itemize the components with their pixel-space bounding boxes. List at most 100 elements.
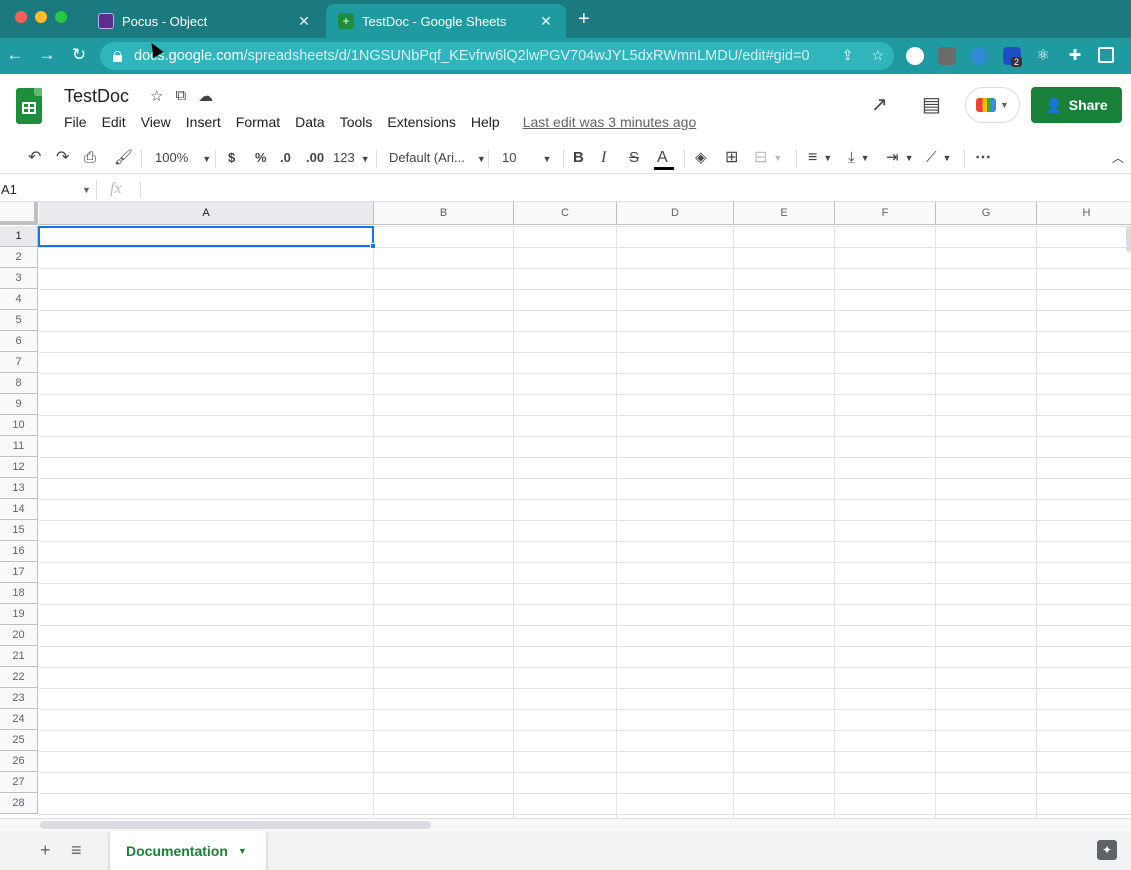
close-icon[interactable]: ✕	[538, 13, 554, 30]
row-header[interactable]: 24	[0, 709, 38, 730]
menu-data[interactable]: Data	[295, 114, 325, 130]
window-minimize-button[interactable]	[35, 11, 47, 23]
vertical-scrollbar[interactable]	[1126, 226, 1131, 252]
menu-edit[interactable]: Edit	[102, 114, 126, 130]
borders-icon[interactable]: ⊞	[725, 149, 738, 167]
activity-trend-icon[interactable]: ↗	[871, 92, 888, 117]
bold-button[interactable]: B	[573, 149, 584, 167]
merge-cells-icon[interactable]: ⊟ ▼	[754, 149, 782, 167]
horizontal-scrollbar-thumb[interactable]	[40, 821, 431, 829]
text-rotation-icon[interactable]: ⟋ ▼	[926, 149, 951, 167]
column-header-a[interactable]: A	[39, 202, 374, 225]
vertical-align-icon[interactable]: ⤓ ▼	[848, 149, 870, 167]
back-arrow-icon[interactable]: ←	[4, 45, 26, 65]
print-icon[interactable]: ⎙	[84, 149, 96, 167]
row-header[interactable]: 3	[0, 268, 38, 289]
font-size-select[interactable]: 10 ▼	[502, 149, 551, 167]
add-sheet-icon[interactable]: +	[40, 840, 51, 861]
column-header-e[interactable]: E	[734, 202, 835, 225]
new-tab-button[interactable]: +	[578, 9, 590, 29]
url-input[interactable]: docs.google.com/spreadsheets/d/1NGSUNbPq…	[100, 42, 894, 70]
extension-icon[interactable]	[938, 47, 956, 65]
strikethrough-button[interactable]: S	[629, 149, 639, 167]
select-all-corner[interactable]	[0, 202, 38, 225]
sheet-tab-documentation[interactable]: Documentation ▼	[110, 831, 266, 870]
row-header[interactable]: 9	[0, 394, 38, 415]
name-box[interactable]: A1	[1, 182, 17, 197]
share-button[interactable]: 👤 Share	[1031, 87, 1122, 123]
more-icon[interactable]: ⋯	[975, 149, 991, 167]
fill-handle[interactable]	[370, 243, 376, 249]
column-header-c[interactable]: C	[514, 202, 617, 225]
row-header[interactable]: 19	[0, 604, 38, 625]
text-color-button[interactable]: A	[657, 149, 668, 167]
row-header[interactable]: 20	[0, 625, 38, 646]
menu-format[interactable]: Format	[236, 114, 280, 130]
window-close-button[interactable]	[15, 11, 27, 23]
cloud-status-icon[interactable]: ☁	[198, 87, 213, 105]
selected-cell-a1[interactable]	[38, 226, 374, 247]
redo-icon[interactable]: ↷	[56, 149, 69, 167]
react-icon[interactable]: ⚛	[1034, 47, 1052, 65]
menu-tools[interactable]: Tools	[340, 114, 373, 130]
browser-tab-pocus[interactable]: Pocus - Object ✕	[86, 4, 324, 38]
row-header[interactable]: 26	[0, 751, 38, 772]
align-left-icon[interactable]: ≡ ▼	[808, 149, 832, 167]
cell-area[interactable]	[39, 226, 1131, 818]
comments-icon[interactable]: ▤	[922, 92, 941, 117]
sidebar-icon[interactable]	[1098, 47, 1114, 63]
column-header-f[interactable]: F	[835, 202, 936, 225]
row-header[interactable]: 14	[0, 499, 38, 520]
row-header[interactable]: 15	[0, 520, 38, 541]
row-header[interactable]: 10	[0, 415, 38, 436]
zoom-select[interactable]: 100% ▼	[155, 149, 211, 167]
menu-help[interactable]: Help	[471, 114, 500, 130]
chevron-up-icon[interactable]: ︿	[1112, 149, 1124, 167]
row-header[interactable]: 17	[0, 562, 38, 583]
column-header-d[interactable]: D	[617, 202, 734, 225]
last-edit-link[interactable]: Last edit was 3 minutes ago	[523, 114, 697, 130]
more-formats-select[interactable]: 123 ▼	[333, 149, 370, 167]
row-header[interactable]: 21	[0, 646, 38, 667]
row-header[interactable]: 23	[0, 688, 38, 709]
currency-format-button[interactable]: $	[228, 149, 235, 167]
percent-format-button[interactable]: %	[255, 149, 267, 167]
increase-decimal-button[interactable]: .00	[306, 149, 324, 167]
menu-insert[interactable]: Insert	[186, 114, 221, 130]
row-header[interactable]: 13	[0, 478, 38, 499]
move-folder-icon[interactable]: ⧉	[175, 87, 186, 105]
chevron-down-icon[interactable]: ▼	[82, 185, 91, 195]
spreadsheet-grid[interactable]: A B C D E F G H 1 2 3 4 5 6 7 8 9 10 11 12 13 14 15 16 1…	[0, 202, 1131, 818]
undo-icon[interactable]: ↶	[28, 149, 41, 167]
decrease-decimal-button[interactable]: .0	[280, 149, 291, 167]
paint-format-icon[interactable]: 🖌	[114, 149, 133, 167]
bookmark-star-icon[interactable]: ☆	[871, 47, 884, 64]
column-header-b[interactable]: B	[374, 202, 514, 225]
row-header[interactable]: 27	[0, 772, 38, 793]
forward-arrow-icon[interactable]: →	[36, 45, 58, 65]
italic-button[interactable]: I	[601, 149, 606, 167]
all-sheets-icon[interactable]: ≡	[71, 840, 82, 861]
menu-extensions[interactable]: Extensions	[387, 114, 455, 130]
document-title[interactable]: TestDoc	[64, 86, 129, 107]
row-header[interactable]: 12	[0, 457, 38, 478]
row-header[interactable]: 11	[0, 436, 38, 457]
chevron-down-icon[interactable]: ▼	[238, 846, 247, 856]
row-header[interactable]: 6	[0, 331, 38, 352]
row-header[interactable]: 25	[0, 730, 38, 751]
row-header[interactable]: 22	[0, 667, 38, 688]
row-header[interactable]: 2	[0, 247, 38, 268]
row-header[interactable]: 8	[0, 373, 38, 394]
row-header[interactable]: 1	[0, 226, 38, 247]
meet-button[interactable]: ▼	[965, 87, 1020, 123]
row-header[interactable]: 7	[0, 352, 38, 373]
fill-color-icon[interactable]: ◈	[695, 149, 707, 167]
puzzle-icon[interactable]: ✚	[1066, 47, 1084, 65]
menu-view[interactable]: View	[141, 114, 171, 130]
window-zoom-button[interactable]	[55, 11, 67, 23]
share-page-icon[interactable]: ⇪	[842, 47, 854, 64]
row-header[interactable]: 5	[0, 310, 38, 331]
extension-icon[interactable]	[906, 47, 924, 65]
text-wrap-icon[interactable]: ⇥ ▼	[886, 149, 914, 167]
close-icon[interactable]: ✕	[296, 13, 312, 30]
